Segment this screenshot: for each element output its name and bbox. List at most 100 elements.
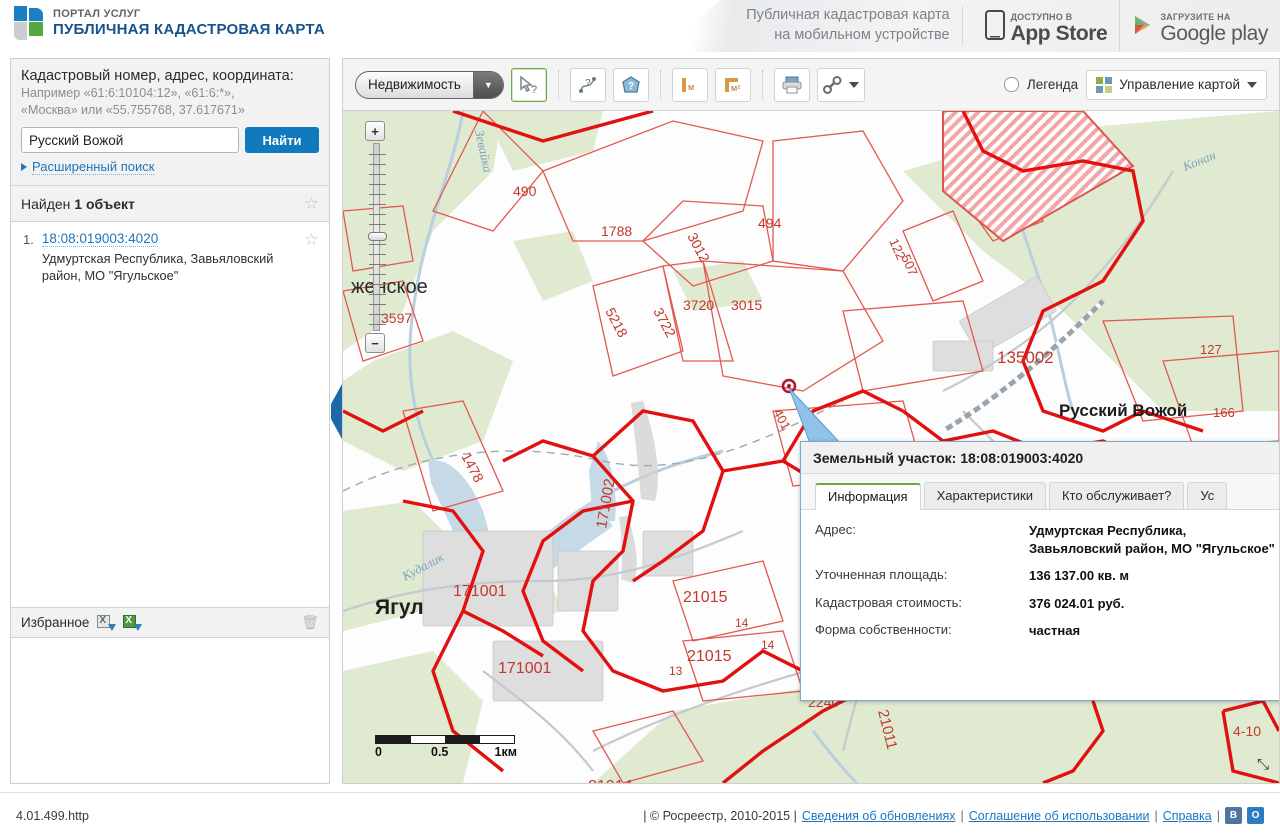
google-play-icon (1132, 14, 1154, 39)
scalebar-label-max: 1км (494, 745, 517, 759)
scalebar-label-mid: 0.5 (431, 745, 449, 759)
vk-icon[interactable]: В (1225, 807, 1242, 824)
page-header: ПОРТАЛ УСЛУГ ПУБЛИЧНАЯ КАДАСТРОВАЯ КАРТА… (0, 0, 1280, 52)
results-count: 1 объект (74, 195, 135, 212)
add-all-to-favorites-icon[interactable]: ☆ (304, 195, 319, 212)
scalebar-label-0: 0 (375, 745, 382, 759)
map-parcel-label: 4-10 (1233, 723, 1261, 739)
popup-key: Уточненная площадь: (815, 567, 948, 583)
legend-checkbox[interactable] (1003, 77, 1019, 92)
popup-key: Адрес: (815, 522, 856, 537)
zoom-out-button[interactable]: − (365, 333, 385, 353)
toolbar-separator (761, 69, 763, 100)
map-parcel-label: 21015 (687, 648, 732, 665)
results-prefix: Найден (21, 195, 75, 212)
map-parcel-label: 490 (513, 183, 537, 199)
polyline-question-icon: ? (578, 76, 596, 93)
svg-text:м: м (688, 82, 694, 92)
measure-length-tool-button[interactable]: м (671, 67, 708, 102)
footer-link-updates[interactable]: Сведения об обновлениях (802, 809, 956, 823)
tab-who-serves[interactable]: Кто обслуживает? (1048, 482, 1185, 509)
select-info-tool-button[interactable]: ? (510, 67, 547, 102)
tab-characteristics[interactable]: Характеристики (923, 482, 1046, 509)
footer-link-agreement[interactable]: Соглашение об использовании (969, 809, 1150, 823)
map-manage-button[interactable]: Управление картой (1086, 69, 1267, 100)
favorites-header: Избранное X X 🗑 (11, 607, 329, 638)
search-row: Найти (21, 127, 319, 153)
map-parcel-label: 171001 (498, 660, 551, 677)
map-parcel-label: 21015 (683, 589, 728, 606)
print-tool-button[interactable] (773, 67, 810, 102)
layer-type-select[interactable]: Недвижимость ▼ (355, 70, 504, 99)
map-parcel-label: 3015 (731, 297, 762, 313)
svg-text:?: ? (531, 84, 537, 95)
ruler-length-icon: м (681, 77, 694, 92)
measure-line-tool-button[interactable]: ? (569, 67, 606, 102)
chevron-right-icon (21, 163, 27, 171)
svg-text:?: ? (585, 78, 591, 89)
site-logo[interactable]: ПОРТАЛ УСЛУГ ПУБЛИЧНАЯ КАДАСТРОВАЯ КАРТА (14, 6, 325, 40)
scalebar-bar (375, 735, 515, 744)
popup-value: 376 024.01 руб. (1029, 595, 1125, 611)
mobile-app-banner-text: Публичная кадастровая карта на мобильном… (746, 6, 963, 46)
popup-row-area: Уточненная площадь: 136 137.00 кв. м (815, 567, 1277, 585)
result-cadastral-link[interactable]: 18:08:019003:4020 (41, 231, 159, 247)
zoom-slider-handle[interactable] (367, 232, 387, 241)
popup-value: 136 137.00 кв. м (1029, 568, 1130, 584)
search-input[interactable] (21, 127, 239, 153)
map-place-label: Русский Вожой (1059, 401, 1187, 420)
search-panel: Кадастровый номер, адрес, координата: На… (10, 58, 330, 784)
import-excel-icon[interactable]: X (97, 615, 117, 631)
results-header: Найден 1 объект ☆ (11, 186, 329, 222)
advanced-search-toggle[interactable]: Расширенный поиск (21, 159, 319, 175)
app-store-small-label: Доступно в (1010, 12, 1073, 22)
cursor-question-icon: ? (520, 74, 537, 95)
map-scalebar: 0 0.5 1км (375, 735, 517, 761)
results-count-text: Найден 1 объект (21, 196, 135, 212)
collapse-panel-handle[interactable] (331, 384, 342, 444)
printer-icon (782, 76, 802, 93)
search-hint: Например «61:6:10104:12», «61:6:*», «Мос… (21, 85, 319, 118)
footer-copyright: | © Росреестр, 2010-2015 | (643, 808, 797, 823)
page-footer: 4.01.499.http | © Росреестр, 2010-2015 |… (0, 792, 1280, 838)
banner-line-1: Публичная кадастровая карта (746, 7, 950, 24)
app-store-badge[interactable]: Доступно в App Store (973, 0, 1120, 52)
footer-separator: | (1154, 808, 1158, 823)
logo-line-portal: ПОРТАЛ УСЛУГ (53, 8, 141, 21)
apple-device-icon (984, 9, 1005, 43)
legend-label[interactable]: Легенда (1027, 77, 1078, 92)
popup-key: Кадастровая стоимость: (815, 594, 962, 610)
measure-square-tool-button[interactable]: м² (714, 67, 751, 102)
clear-favorites-icon[interactable]: 🗑 (301, 614, 319, 631)
footer-link-help[interactable]: Справка (1163, 809, 1212, 823)
add-to-favorites-icon[interactable]: ☆ (304, 231, 319, 285)
app-version: 4.01.499.http (16, 808, 89, 823)
google-play-badge[interactable]: ЗАГРУЗИТЕ НА Google play (1119, 0, 1280, 52)
popup-row-address: Адрес: Удмуртская Республика, Завьяловск… (815, 522, 1277, 557)
footer-separator: | (1216, 808, 1220, 823)
odnoklassniki-icon[interactable]: О (1247, 807, 1264, 824)
banner-line-2: на мобильном устройстве (774, 27, 950, 43)
polygon-question-icon: ? (622, 75, 640, 93)
tab-information[interactable]: Информация (815, 483, 921, 510)
popup-row-cost: Кадастровая стоимость: 376 024.01 руб. (815, 595, 1277, 613)
export-excel-icon[interactable]: X (123, 615, 143, 631)
list-item[interactable]: 1. 18:08:019003:4020 Удмуртская Республи… (11, 222, 329, 291)
rosreestr-logo-icon (14, 6, 44, 40)
map-parcel-label: 127 (1200, 342, 1222, 357)
fullscreen-icon[interactable]: ⤡ (1257, 756, 1269, 773)
permalink-tool-button[interactable] (816, 67, 865, 102)
zoom-control[interactable]: + − (365, 121, 387, 353)
favorites-label: Избранное (21, 615, 90, 630)
search-button[interactable]: Найти (245, 127, 319, 153)
result-address: Удмуртская Республика, Завьяловский райо… (41, 251, 274, 284)
search-title: Кадастровый номер, адрес, координата: (21, 68, 294, 84)
map-canvas[interactable]: 490 1788 3012 494 122 507 135002 127 166 3597 5218… (343, 111, 1279, 783)
measure-area-tool-button[interactable]: ? (612, 67, 649, 102)
advanced-search-label[interactable]: Расширенный поиск (32, 159, 155, 175)
zoom-in-button[interactable]: + (365, 121, 385, 141)
zoom-slider-track[interactable] (367, 143, 387, 331)
result-body: 18:08:019003:4020 Удмуртская Республика,… (41, 231, 296, 285)
popup-key: Форма собственности: (815, 622, 952, 638)
tab-services[interactable]: Ус (1187, 482, 1228, 509)
